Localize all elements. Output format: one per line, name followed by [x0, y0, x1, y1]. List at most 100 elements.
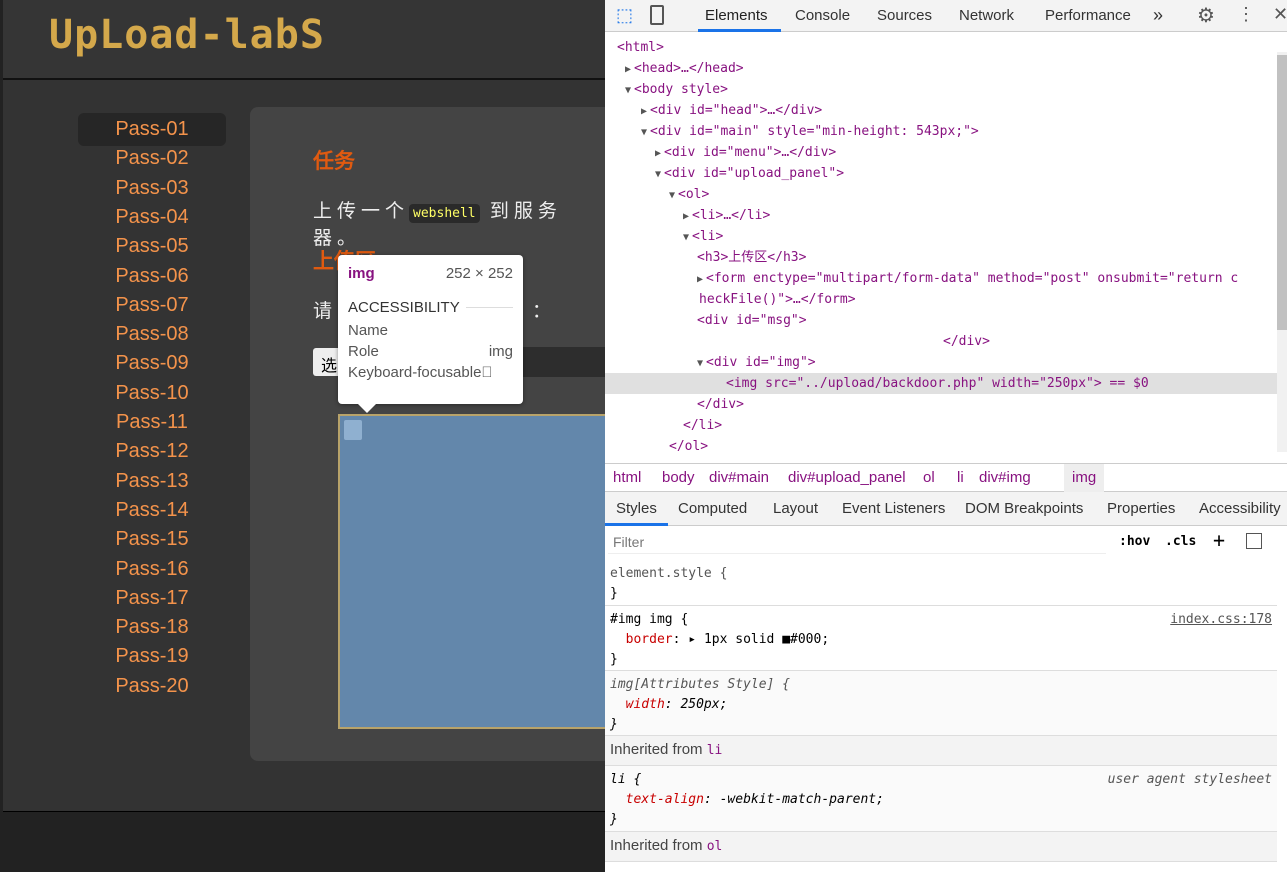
device-toggle-icon[interactable] [650, 5, 664, 25]
dom-node[interactable]: heckFile()">…</form> [699, 289, 856, 310]
tab-console[interactable]: Console [795, 7, 850, 24]
dom-node[interactable]: </div> [943, 331, 990, 352]
more-options-icon[interactable]: ⋮ [1237, 4, 1255, 25]
dom-node[interactable]: ▶ <li>…</li> [683, 205, 770, 226]
cls-toggle[interactable]: .cls [1165, 534, 1196, 549]
source-link[interactable]: index.css:178 [1170, 610, 1272, 630]
tab-network[interactable]: Network [959, 7, 1014, 24]
menu-item-pass-09[interactable]: Pass-09 [78, 347, 226, 380]
collapse-arrow-icon[interactable]: ▼ [655, 169, 661, 180]
breadcrumb-html[interactable]: html [613, 469, 641, 486]
menu-item-pass-03[interactable]: Pass-03 [78, 172, 226, 205]
dom-node[interactable]: <html> [617, 37, 664, 58]
dom-node[interactable]: ▼ <li> [683, 226, 723, 247]
dom-node-text: <body style> [634, 82, 728, 97]
hov-toggle[interactable]: :hov [1119, 534, 1150, 549]
menu-item-pass-02[interactable]: Pass-02 [78, 142, 226, 175]
menu-item-pass-15[interactable]: Pass-15 [78, 523, 226, 556]
prompt-pre: 请 [313, 301, 338, 322]
subtab-styles[interactable]: Styles [605, 500, 668, 526]
tab-performance[interactable]: Performance [1045, 7, 1131, 24]
styles-subtabs: Styles Computed Layout Event Listeners DOM B… [605, 492, 1287, 526]
close-devtools-icon[interactable]: ✕ [1273, 4, 1287, 25]
expand-arrow-icon[interactable]: ▶ [655, 148, 661, 159]
dom-node[interactable]: ▼ <div id="img"> [697, 352, 816, 373]
collapse-arrow-icon[interactable]: ▼ [683, 232, 689, 243]
collapse-arrow-icon[interactable]: ▼ [697, 358, 703, 369]
tooltip-section: ACCESSIBILITY [348, 299, 460, 316]
collapse-arrow-icon[interactable]: ▼ [625, 85, 631, 96]
breadcrumb-ol[interactable]: ol [923, 469, 935, 486]
dom-node[interactable]: ▶ <head>…</head> [625, 58, 744, 79]
dom-node[interactable]: <h3>上传区</h3> [697, 247, 806, 268]
menu-item-pass-18[interactable]: Pass-18 [78, 611, 226, 644]
dom-node[interactable]: </ol> [669, 436, 708, 457]
dom-node[interactable]: ▶ <div id="head">…</div> [641, 100, 822, 121]
menu-item-pass-13[interactable]: Pass-13 [78, 465, 226, 498]
subtab-dom-breakpoints[interactable]: DOM Breakpoints [965, 500, 1083, 517]
breadcrumb-div-upload_panel[interactable]: div#upload_panel [788, 469, 906, 486]
menu-item-pass-05[interactable]: Pass-05 [78, 230, 226, 263]
collapse-arrow-icon[interactable]: ▼ [669, 190, 675, 201]
breadcrumb-div-main[interactable]: div#main [709, 469, 769, 486]
dom-node[interactable]: </li> [683, 415, 722, 436]
tab-elements[interactable]: Elements [705, 7, 768, 24]
subtab-accessibility[interactable]: Accessibility [1199, 500, 1281, 517]
dom-node[interactable]: ▶ <form enctype="multipart/form-data" met… [697, 268, 1238, 289]
brace: } [610, 717, 618, 732]
dom-node[interactable]: ▼ <body style> [625, 79, 728, 100]
dom-node[interactable]: <img src="../upload/backdoor.php" width=… [605, 373, 1277, 394]
dom-node[interactable]: <div id="msg"> [697, 310, 807, 331]
menu-item-pass-16[interactable]: Pass-16 [78, 553, 226, 586]
expand-arrow-icon[interactable]: ▶ [697, 274, 703, 285]
menu-item-pass-10[interactable]: Pass-10 [78, 377, 226, 410]
expand-arrow-icon[interactable]: ▶ [683, 211, 689, 222]
task-pre: 上传一个 [313, 201, 410, 222]
menu-item-pass-17[interactable]: Pass-17 [78, 582, 226, 615]
dom-node[interactable]: ▶ <div id="menu">…</div> [655, 142, 836, 163]
new-rule-plus-icon[interactable]: + [1213, 528, 1225, 552]
subtab-computed[interactable]: Computed [678, 500, 747, 517]
more-tabs-button[interactable]: » [1153, 5, 1163, 26]
breadcrumb-img[interactable]: img [1064, 464, 1105, 492]
menu-item-pass-19[interactable]: Pass-19 [78, 640, 226, 673]
selector: li { [610, 772, 642, 787]
dom-node[interactable]: </div> [697, 394, 744, 415]
menu-item-pass-07[interactable]: Pass-07 [78, 289, 226, 322]
menu-item-pass-11[interactable]: Pass-11 [78, 406, 226, 439]
subtab-layout[interactable]: Layout [773, 500, 818, 517]
dom-node-text: <div id="main" style="min-height: 543px;… [650, 124, 979, 139]
dom-node[interactable]: ▼ <ol> [669, 184, 709, 205]
rule-li: li {user agent stylesheet text-align: -w… [605, 766, 1277, 832]
breadcrumb-div-img[interactable]: div#img [979, 469, 1031, 486]
breadcrumb-body[interactable]: body [662, 469, 695, 486]
dom-node-text: <html> [617, 40, 664, 55]
subtab-properties[interactable]: Properties [1107, 500, 1175, 517]
inherited-tag[interactable]: li [707, 743, 723, 758]
toggle-sidebar-icon[interactable] [1246, 533, 1262, 549]
menu-item-pass-01[interactable]: Pass-01 [78, 113, 226, 146]
dom-node-text: </div> [697, 397, 744, 412]
menu-item-pass-12[interactable]: Pass-12 [78, 435, 226, 468]
inherited-from-li: Inherited from li [605, 736, 1277, 766]
dom-node[interactable]: ▼ <div id="main" style="min-height: 543px… [641, 121, 979, 142]
styles-filter-input[interactable]: Filter [608, 530, 1106, 554]
menu-item-pass-08[interactable]: Pass-08 [78, 318, 226, 351]
collapse-arrow-icon[interactable]: ▼ [641, 127, 647, 138]
settings-gear-icon[interactable]: ⚙ [1197, 3, 1215, 28]
tab-sources[interactable]: Sources [877, 7, 932, 24]
inspect-element-icon[interactable]: ⬚ [616, 5, 633, 26]
expand-arrow-icon[interactable]: ▶ [641, 106, 647, 117]
menu-item-pass-04[interactable]: Pass-04 [78, 201, 226, 234]
breadcrumb-li[interactable]: li [957, 469, 964, 486]
dom-node[interactable]: ▼ <div id="upload_panel"> [655, 163, 844, 184]
expand-arrow-icon[interactable]: ▶ [625, 64, 631, 75]
menu-item-pass-20[interactable]: Pass-20 [78, 670, 226, 703]
dom-scrollbar[interactable] [1277, 52, 1287, 452]
value: -webkit-match-parent; [719, 792, 884, 807]
menu-item-pass-14[interactable]: Pass-14 [78, 494, 226, 527]
inherited-tag[interactable]: ol [707, 839, 723, 854]
webpage: UpLoad-labS Pass-01 Pass-02 Pass-03 Pass-04… [0, 0, 605, 872]
menu-item-pass-06[interactable]: Pass-06 [78, 260, 226, 293]
subtab-event-listeners[interactable]: Event Listeners [842, 500, 945, 517]
